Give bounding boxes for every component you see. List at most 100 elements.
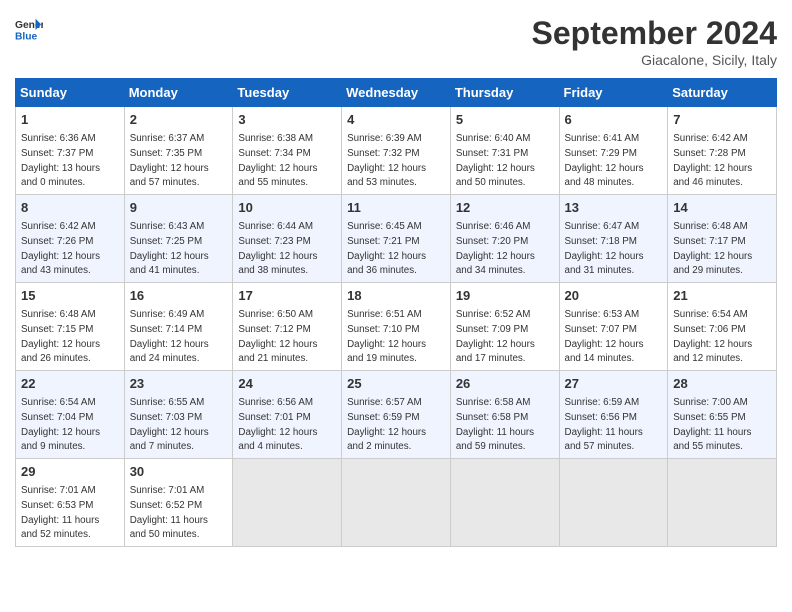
calendar-day-cell: 25 Sunrise: 6:57 AM Sunset: 6:59 PM Dayli… [342,371,451,459]
day-number: 27 [565,375,663,393]
calendar-day-cell [668,459,777,547]
day-number: 13 [565,199,663,217]
day-number: 15 [21,287,119,305]
day-number: 16 [130,287,228,305]
day-number: 23 [130,375,228,393]
weekday-header-sunday: Sunday [16,79,125,107]
calendar-day-cell: 30 Sunrise: 7:01 AM Sunset: 6:52 PM Dayli… [124,459,233,547]
day-number: 28 [673,375,771,393]
day-info: Sunrise: 6:48 AM Sunset: 7:15 PM Dayligh… [21,309,100,364]
day-info: Sunrise: 6:45 AM Sunset: 7:21 PM Dayligh… [347,221,426,276]
calendar-day-cell: 16Sunrise: 6:49 AM Sunset: 7:14 PM Dayli… [124,283,233,371]
calendar-day-cell: 1 Sunrise: 6:36 AM Sunset: 7:37 PM Daylig… [16,107,125,195]
day-number: 7 [673,111,771,129]
page-header: General Blue September 2024 Giacalone, S… [15,15,777,68]
calendar-day-cell: 22 Sunrise: 6:54 AM Sunset: 7:04 PM Dayli… [16,371,125,459]
weekday-header-wednesday: Wednesday [342,79,451,107]
day-info: Sunrise: 6:58 AM Sunset: 6:58 PM Dayligh… [456,397,534,452]
day-info: Sunrise: 6:54 AM Sunset: 7:06 PM Dayligh… [673,309,752,364]
day-info: Sunrise: 6:46 AM Sunset: 7:20 PM Dayligh… [456,221,535,276]
day-number: 11 [347,199,445,217]
calendar-day-cell [450,459,559,547]
day-info: Sunrise: 6:56 AM Sunset: 7:01 PM Dayligh… [238,397,317,452]
day-info: Sunrise: 6:40 AM Sunset: 7:31 PM Dayligh… [456,133,535,188]
day-number: 10 [238,199,336,217]
day-info: Sunrise: 6:54 AM Sunset: 7:04 PM Dayligh… [21,397,100,452]
calendar-week-row: 29 Sunrise: 7:01 AM Sunset: 6:53 PM Dayli… [16,459,777,547]
day-number: 6 [565,111,663,129]
day-info: Sunrise: 6:52 AM Sunset: 7:09 PM Dayligh… [456,309,535,364]
month-title: September 2024 [532,15,777,52]
calendar-day-cell [233,459,342,547]
calendar-day-cell: 24Sunrise: 6:56 AM Sunset: 7:01 PM Dayli… [233,371,342,459]
day-info: Sunrise: 6:53 AM Sunset: 7:07 PM Dayligh… [565,309,644,364]
day-info: Sunrise: 6:39 AM Sunset: 7:32 PM Dayligh… [347,133,426,188]
day-info: Sunrise: 6:36 AM Sunset: 7:37 PM Dayligh… [21,133,100,188]
calendar-day-cell: 4 Sunrise: 6:39 AM Sunset: 7:32 PM Daylig… [342,107,451,195]
weekday-header-thursday: Thursday [450,79,559,107]
day-info: Sunrise: 6:42 AM Sunset: 7:28 PM Dayligh… [673,133,752,188]
day-info: Sunrise: 6:57 AM Sunset: 6:59 PM Dayligh… [347,397,426,452]
day-number: 26 [456,375,554,393]
logo: General Blue [15,15,43,43]
day-info: Sunrise: 6:42 AM Sunset: 7:26 PM Dayligh… [21,221,100,276]
calendar-day-cell [559,459,668,547]
day-number: 21 [673,287,771,305]
calendar-day-cell: 29 Sunrise: 7:01 AM Sunset: 6:53 PM Dayli… [16,459,125,547]
day-number: 5 [456,111,554,129]
calendar-day-cell: 17 Sunrise: 6:50 AM Sunset: 7:12 PM Dayli… [233,283,342,371]
calendar-day-cell: 26 Sunrise: 6:58 AM Sunset: 6:58 PM Dayli… [450,371,559,459]
day-info: Sunrise: 7:01 AM Sunset: 6:52 PM Dayligh… [130,485,208,540]
day-number: 30 [130,463,228,481]
calendar-day-cell: 3Sunrise: 6:38 AM Sunset: 7:34 PM Daylig… [233,107,342,195]
day-number: 1 [21,111,119,129]
calendar-day-cell: 7 Sunrise: 6:42 AM Sunset: 7:28 PM Daylig… [668,107,777,195]
day-number: 12 [456,199,554,217]
calendar-day-cell: 10 Sunrise: 6:44 AM Sunset: 7:23 PM Dayli… [233,195,342,283]
day-info: Sunrise: 7:01 AM Sunset: 6:53 PM Dayligh… [21,485,99,540]
day-number: 22 [21,375,119,393]
weekday-header-monday: Monday [124,79,233,107]
day-number: 2 [130,111,228,129]
calendar-day-cell: 13 Sunrise: 6:47 AM Sunset: 7:18 PM Dayli… [559,195,668,283]
svg-text:Blue: Blue [15,31,38,42]
day-info: Sunrise: 6:51 AM Sunset: 7:10 PM Dayligh… [347,309,426,364]
day-info: Sunrise: 6:48 AM Sunset: 7:17 PM Dayligh… [673,221,752,276]
title-block: September 2024 Giacalone, Sicily, Italy [532,15,777,68]
day-number: 4 [347,111,445,129]
day-number: 18 [347,287,445,305]
calendar-day-cell: 9 Sunrise: 6:43 AM Sunset: 7:25 PM Daylig… [124,195,233,283]
day-number: 20 [565,287,663,305]
day-info: Sunrise: 6:37 AM Sunset: 7:35 PM Dayligh… [130,133,209,188]
day-number: 29 [21,463,119,481]
calendar-day-cell: 2 Sunrise: 6:37 AM Sunset: 7:35 PM Daylig… [124,107,233,195]
calendar-day-cell: 21 Sunrise: 6:54 AM Sunset: 7:06 PM Dayli… [668,283,777,371]
day-info: Sunrise: 6:50 AM Sunset: 7:12 PM Dayligh… [238,309,317,364]
calendar-day-cell: 23 Sunrise: 6:55 AM Sunset: 7:03 PM Dayli… [124,371,233,459]
day-number: 8 [21,199,119,217]
day-number: 3 [238,111,336,129]
weekday-header-friday: Friday [559,79,668,107]
logo-icon: General Blue [15,15,43,43]
day-number: 17 [238,287,336,305]
day-info: Sunrise: 6:55 AM Sunset: 7:03 PM Dayligh… [130,397,209,452]
calendar-day-cell: 20 Sunrise: 6:53 AM Sunset: 7:07 PM Dayli… [559,283,668,371]
day-info: Sunrise: 6:59 AM Sunset: 6:56 PM Dayligh… [565,397,643,452]
calendar-day-cell: 11 Sunrise: 6:45 AM Sunset: 7:21 PM Dayli… [342,195,451,283]
day-info: Sunrise: 6:44 AM Sunset: 7:23 PM Dayligh… [238,221,317,276]
calendar-week-row: 15 Sunrise: 6:48 AM Sunset: 7:15 PM Dayli… [16,283,777,371]
calendar-day-cell: 14Sunrise: 6:48 AM Sunset: 7:17 PM Dayli… [668,195,777,283]
day-number: 9 [130,199,228,217]
calendar-day-cell: 5 Sunrise: 6:40 AM Sunset: 7:31 PM Daylig… [450,107,559,195]
calendar-week-row: 1 Sunrise: 6:36 AM Sunset: 7:37 PM Daylig… [16,107,777,195]
day-info: Sunrise: 6:43 AM Sunset: 7:25 PM Dayligh… [130,221,209,276]
day-number: 25 [347,375,445,393]
day-info: Sunrise: 6:41 AM Sunset: 7:29 PM Dayligh… [565,133,644,188]
calendar-week-row: 8 Sunrise: 6:42 AM Sunset: 7:26 PM Daylig… [16,195,777,283]
calendar-day-cell: 18 Sunrise: 6:51 AM Sunset: 7:10 PM Dayli… [342,283,451,371]
day-info: Sunrise: 7:00 AM Sunset: 6:55 PM Dayligh… [673,397,751,452]
day-number: 19 [456,287,554,305]
day-info: Sunrise: 6:47 AM Sunset: 7:18 PM Dayligh… [565,221,644,276]
calendar-day-cell: 12 Sunrise: 6:46 AM Sunset: 7:20 PM Dayli… [450,195,559,283]
calendar-day-cell: 15 Sunrise: 6:48 AM Sunset: 7:15 PM Dayli… [16,283,125,371]
